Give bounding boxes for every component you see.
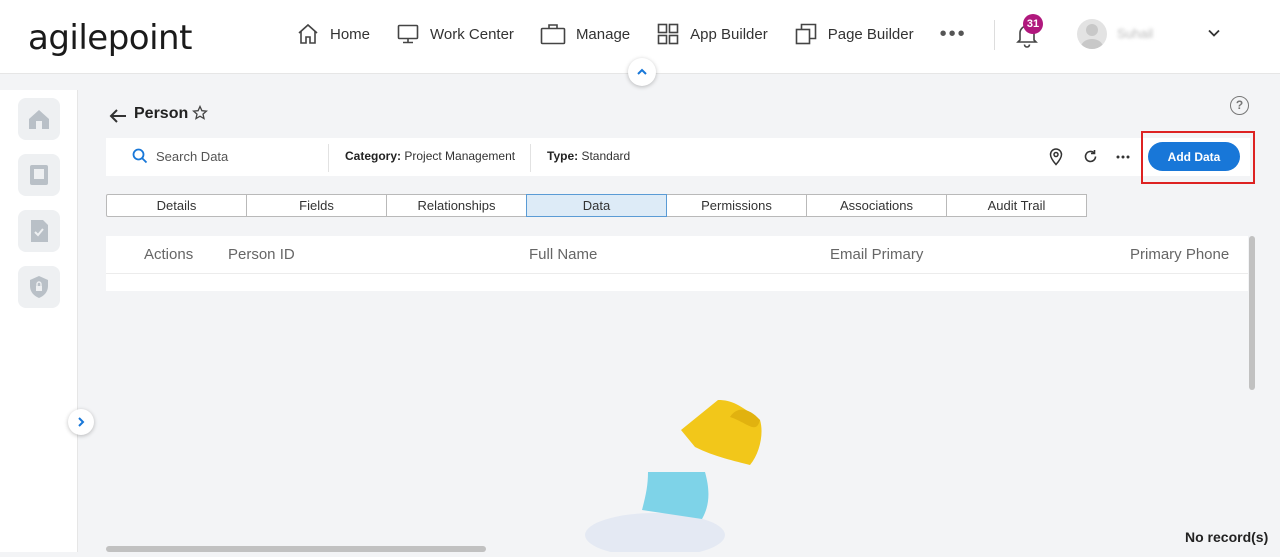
tablet-icon (30, 165, 48, 185)
briefcase-icon (540, 24, 566, 45)
refresh-icon[interactable] (1083, 149, 1098, 164)
tab-associations[interactable]: Associations (806, 194, 947, 217)
tab-permissions[interactable]: Permissions (666, 194, 807, 217)
nav-work-center[interactable]: Work Center (396, 22, 514, 46)
nav-page-builder[interactable]: Page Builder (794, 22, 914, 46)
grid-header: Actions Person ID Full Name Email Primar… (106, 236, 1248, 274)
location-pin-icon[interactable] (1048, 148, 1064, 166)
category-info: Category: Project Management (345, 149, 515, 163)
sidebar-item-home[interactable] (18, 98, 60, 140)
notification-badge: 31 (1023, 14, 1043, 34)
nav-home-label: Home (330, 25, 371, 43)
type-label: Type: (547, 149, 579, 163)
search-icon (132, 148, 148, 164)
nav-app-builder-label: App Builder (690, 25, 768, 43)
type-info: Type: Standard (547, 149, 630, 163)
no-records-label: No record(s) (1185, 529, 1269, 545)
pages-icon (795, 23, 817, 45)
sidebar-item-document[interactable] (18, 210, 60, 252)
data-toolbar: Category: Project Management Type: Stand… (106, 138, 1250, 176)
monitor-icon (397, 24, 419, 44)
tab-audit-trail[interactable]: Audit Trail (946, 194, 1087, 217)
left-sidebar (0, 90, 78, 552)
search-input[interactable] (156, 148, 306, 164)
horizontal-scrollbar[interactable] (106, 546, 486, 552)
agilepoint-logo[interactable]: agilepoint (28, 18, 192, 58)
nav-more-button[interactable]: ••• (940, 23, 967, 46)
nav-manage-label: Manage (575, 25, 631, 43)
star-icon[interactable] (192, 105, 208, 121)
collapse-header-button[interactable] (628, 58, 656, 86)
search-box (132, 148, 306, 164)
type-value: Standard (581, 149, 631, 163)
tab-bar: Details Fields Relationships Data Permis… (106, 194, 1087, 217)
more-options-icon[interactable] (1116, 155, 1130, 159)
home-icon (29, 110, 49, 129)
tab-fields[interactable]: Fields (246, 194, 387, 217)
nav-work-center-label: Work Center (430, 25, 514, 43)
help-icon[interactable]: ? (1230, 96, 1249, 115)
document-check-icon (31, 220, 48, 242)
column-header-person-id[interactable]: Person ID (228, 246, 295, 263)
shield-lock-icon (30, 276, 48, 298)
grid-icon (657, 23, 679, 45)
nav-divider (994, 20, 995, 50)
expand-sidebar-button[interactable] (68, 409, 94, 435)
nav-page-builder-label: Page Builder (827, 25, 914, 43)
user-name[interactable]: Suhail (1117, 26, 1153, 41)
chevron-up-icon (637, 68, 647, 75)
vertical-scrollbar[interactable] (1249, 236, 1255, 390)
page-title: Person (134, 105, 189, 122)
nav-app-builder[interactable]: App Builder (656, 22, 768, 46)
column-header-full-name[interactable]: Full Name (529, 246, 597, 263)
sidebar-item-tablet[interactable] (18, 154, 60, 196)
tab-data[interactable]: Data (526, 194, 667, 217)
column-header-email-primary[interactable]: Email Primary (830, 246, 923, 263)
category-value: Project Management (404, 149, 516, 163)
main-nav: Home Work Center Manage App Builder Page… (296, 22, 993, 46)
chevron-right-icon (78, 417, 85, 427)
nav-manage[interactable]: Manage (540, 22, 630, 46)
tab-details[interactable]: Details (106, 194, 247, 217)
toolbar-divider (328, 144, 329, 172)
home-icon (298, 23, 318, 44)
category-label: Category: (345, 149, 402, 163)
sidebar-item-security[interactable] (18, 266, 60, 308)
data-grid: Actions Person ID Full Name Email Primar… (106, 236, 1248, 291)
chevron-down-icon[interactable] (1207, 26, 1221, 40)
back-arrow-icon[interactable] (108, 106, 128, 126)
nav-home[interactable]: Home (296, 22, 370, 46)
empty-notes-illustration (585, 400, 762, 552)
toolbar-divider (530, 144, 531, 172)
column-header-primary-phone[interactable]: Primary Phone (1130, 246, 1229, 263)
column-header-actions[interactable]: Actions (144, 246, 193, 263)
tab-relationships[interactable]: Relationships (386, 194, 527, 217)
add-data-button[interactable]: Add Data (1148, 142, 1240, 171)
avatar[interactable] (1077, 19, 1107, 49)
